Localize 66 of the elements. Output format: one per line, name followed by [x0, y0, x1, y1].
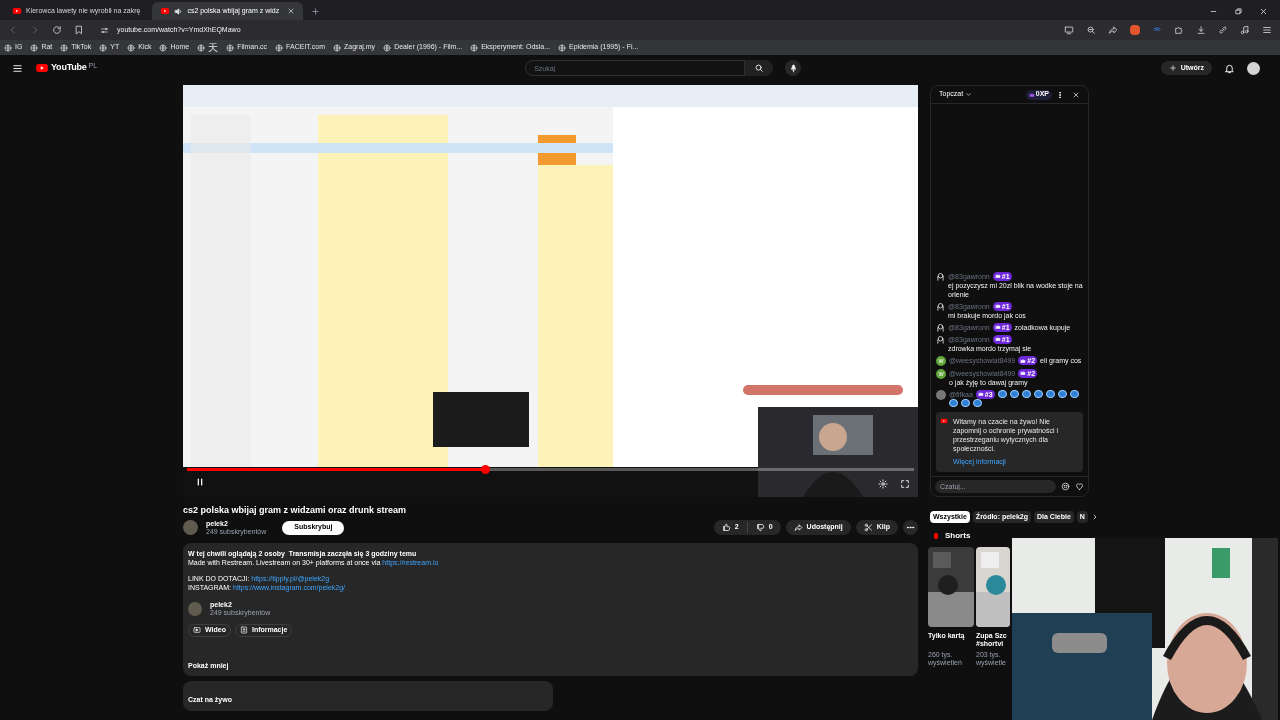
- profile-icon: [239, 626, 248, 634]
- globe-icon: [333, 43, 341, 52]
- thumbs-down-icon: [755, 523, 765, 532]
- search-button[interactable]: [745, 60, 774, 76]
- pause-icon[interactable]: [195, 477, 205, 487]
- more-icon: [906, 523, 915, 532]
- video-icon: [193, 626, 201, 634]
- notifications-icon[interactable]: [1224, 62, 1235, 74]
- more-button[interactable]: [903, 520, 918, 535]
- globe-icon: [275, 43, 284, 52]
- search-icon: [754, 63, 765, 73]
- link-icon[interactable]: [1218, 25, 1228, 35]
- menu-icon[interactable]: [12, 62, 23, 74]
- youtube-icon: [12, 6, 22, 16]
- crown-icon: [1028, 91, 1035, 98]
- globe-icon: [197, 43, 206, 52]
- youtube-icon: [940, 416, 948, 425]
- crown-icon: [994, 303, 1001, 309]
- globe-icon: [99, 43, 108, 52]
- reload-icon[interactable]: [52, 25, 62, 35]
- progress-handle[interactable]: [481, 465, 491, 474]
- globe-icon: [558, 43, 567, 52]
- more-icon[interactable]: [1056, 90, 1064, 99]
- share-icon[interactable]: [1108, 25, 1118, 35]
- chevron-down-icon: [965, 91, 973, 98]
- video-title: cs2 polska wbijaj gram z widzami oraz drunk stream: [183, 504, 408, 517]
- play-logo-icon: [35, 61, 49, 75]
- shorts-heading: Shorts: [945, 530, 971, 542]
- youtube-icon: [160, 6, 171, 16]
- settings-icon[interactable]: [878, 479, 888, 489]
- fullscreen-icon[interactable]: [900, 479, 910, 489]
- crown-icon: [977, 391, 984, 397]
- globe-icon: [159, 43, 168, 52]
- site-settings-icon: [100, 25, 109, 35]
- share-arrow-icon: [793, 523, 803, 532]
- channel-avatar[interactable]: [183, 520, 198, 535]
- bookmark-icon[interactable]: [74, 25, 84, 35]
- screen-icon[interactable]: [1064, 25, 1074, 35]
- extensions-icon[interactable]: [1174, 25, 1184, 35]
- restore-icon[interactable]: [1234, 7, 1243, 16]
- microphone-icon: [788, 63, 798, 73]
- globe-icon: [60, 43, 69, 52]
- globe-icon: [383, 43, 392, 52]
- music-icon[interactable]: [1240, 25, 1250, 35]
- avatar[interactable]: [1247, 61, 1260, 75]
- zoom-icon[interactable]: [1086, 25, 1096, 35]
- globe-icon: [470, 43, 479, 52]
- shorts-icon: [932, 532, 940, 540]
- globe-icon: [30, 43, 39, 52]
- menu-icon[interactable]: [1262, 25, 1272, 35]
- thumbs-up-icon: [721, 523, 731, 532]
- globe-icon: [226, 43, 235, 52]
- download-icon[interactable]: [1196, 25, 1206, 35]
- close-icon[interactable]: [1259, 7, 1268, 16]
- emoji-icon[interactable]: [1061, 482, 1070, 491]
- globe-icon: [4, 43, 12, 52]
- close-icon[interactable]: [1072, 90, 1080, 99]
- bookmark-item[interactable]: 天: [197, 41, 219, 54]
- plus-icon: [1168, 64, 1177, 72]
- heart-icon[interactable]: [1075, 482, 1084, 491]
- scissors-icon: [863, 523, 873, 532]
- voice-search-button[interactable]: [785, 60, 802, 76]
- new-tab-icon[interactable]: [311, 7, 321, 16]
- close-icon[interactable]: [287, 7, 296, 15]
- globe-icon: [127, 43, 136, 52]
- crown-icon: [994, 273, 1001, 279]
